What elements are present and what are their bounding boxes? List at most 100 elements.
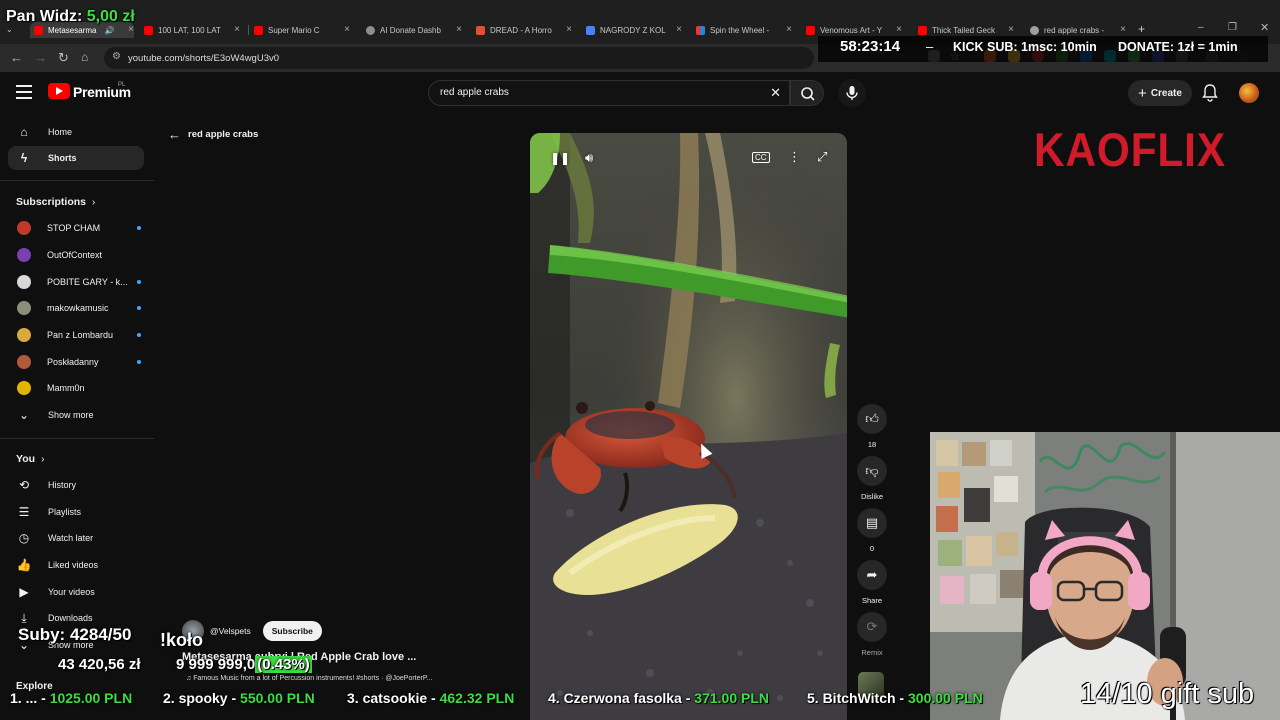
top-donor-1: 1. ... - 1025.00 PLN [10, 690, 133, 706]
close-tab-icon[interactable]: × [896, 24, 902, 35]
tab-label: Metasesarma [48, 25, 97, 35]
back-to-search-link[interactable]: ← red apple crabs [168, 127, 258, 142]
home-icon: ⌂ [20, 125, 28, 139]
music-info[interactable]: ♫ Famous Music from a lot of Percussion … [186, 675, 432, 682]
sidebar-item-history[interactable]: ⟲ History [8, 473, 144, 497]
close-tab-icon[interactable]: × [676, 24, 682, 35]
subscriptions-heading[interactable]: Subscriptions › [16, 196, 95, 208]
show-more-subscriptions[interactable]: ⌄ Show more [8, 403, 144, 427]
search-button[interactable] [790, 80, 824, 106]
remix-button[interactable]: ⟳ Remix [856, 612, 888, 657]
youtube-logo-icon[interactable] [48, 83, 70, 99]
sidebar-item-watch-later[interactable]: ◷ Watch later [8, 526, 144, 550]
overlay-sub-goal: Suby: 4284/50 [18, 625, 132, 644]
comments-button[interactable]: ▤ 0 [856, 508, 888, 553]
channel-avatar [17, 248, 31, 262]
notifications-button[interactable] [1201, 83, 1219, 108]
minimize-icon[interactable]: – [1198, 22, 1204, 33]
tab-spin-wheel[interactable]: Spin the Wheel - × [696, 22, 792, 38]
speaker-icon[interactable]: 🔊 [104, 26, 114, 35]
sidebar-item-subscription[interactable]: STOP CHAM [8, 216, 144, 240]
url-bar[interactable]: ⚙ youtube.com/shorts/E3oW4wgU3v0 [104, 47, 814, 69]
sidebar-item-subscription[interactable]: Pan z Lombardu [8, 323, 144, 347]
screen: ⌄ Metasesarma 🔊 × 100 LAT, 100 LAT × Sup… [0, 0, 1280, 720]
donor-amount: 462.32 PLN [439, 690, 515, 706]
menu-icon[interactable] [16, 85, 32, 99]
home-page-icon[interactable]: ⌂ [81, 50, 88, 64]
short-video-player[interactable]: ❚❚ 🔊︎ CC ⋮ ⤢ [530, 133, 847, 720]
site-info-icon[interactable]: ⚙ [112, 51, 121, 62]
create-button[interactable]: + Create [1128, 80, 1192, 106]
close-tab-icon[interactable]: × [1008, 24, 1014, 35]
like-button[interactable]: 👍︎ 18 [856, 404, 888, 449]
tab-search-icon[interactable]: ⌄ [6, 25, 13, 34]
youtube-favicon-icon [918, 25, 927, 35]
more-options-icon[interactable]: ⋮ [788, 149, 801, 165]
overlay-goal-percent: (0.43%) [255, 656, 312, 673]
share-label: Share [861, 596, 882, 605]
tab-dread[interactable]: DREAD - A Horro × [476, 22, 572, 38]
your-videos-icon: ▶ [19, 585, 29, 599]
sidebar-item-playlists[interactable]: ☰ Playlists [8, 500, 144, 524]
sidebar-item-your-videos[interactable]: ▶ Your videos [8, 580, 144, 604]
tab-label: red apple crabs - [1044, 25, 1105, 35]
clear-search-icon[interactable]: ✕ [770, 85, 781, 101]
sidebar-item-label: Liked videos [48, 560, 99, 570]
back-icon[interactable]: ← [10, 50, 23, 65]
thumbs-up-icon: 👍︎ [857, 404, 887, 434]
sidebar-item-label: Watch later [48, 533, 94, 543]
you-heading-label: You [16, 453, 36, 465]
tab-100-lat[interactable]: 100 LAT, 100 LAT × [144, 22, 240, 38]
overlay-timer: 58:23:14 [840, 38, 901, 55]
tab-nagrody[interactable]: NAGRODY Z KOL × [586, 22, 682, 38]
close-tab-icon[interactable]: × [786, 24, 792, 35]
google-favicon-icon [1030, 25, 1039, 35]
close-window-icon[interactable]: ✕ [1260, 21, 1269, 34]
you-heading[interactable]: You › [16, 453, 44, 465]
new-tab-icon[interactable]: + [1138, 22, 1145, 36]
subscribe-button[interactable]: Subscribe [262, 621, 322, 641]
close-tab-icon[interactable]: × [1120, 24, 1126, 35]
sidebar-item-shorts[interactable]: ϟ Shorts [8, 146, 144, 170]
sidebar-item-subscription[interactable]: Poskładanny [8, 350, 144, 374]
sidebar-item-subscription[interactable]: Mamm0n [8, 376, 144, 400]
sidebar-item-subscription[interactable]: makowkamusic [8, 296, 144, 320]
dislike-label: Dislike [860, 492, 884, 501]
sidebar-item-home[interactable]: ⌂ Home [8, 120, 144, 144]
sidebar-divider [0, 438, 154, 439]
account-avatar[interactable] [1239, 83, 1259, 103]
captions-icon[interactable]: CC [752, 152, 770, 163]
pause-icon[interactable]: ❚❚ [550, 151, 570, 165]
close-tab-icon[interactable]: × [234, 24, 240, 35]
restore-icon[interactable]: ❐ [1228, 22, 1237, 33]
sidebar-item-subscription[interactable]: POBITE GARY - k... [8, 270, 144, 294]
search-input[interactable]: red apple crabs ✕ [428, 80, 790, 106]
reload-icon[interactable]: ↻ [58, 50, 69, 66]
dislike-button[interactable]: 👎︎ Dislike [856, 456, 888, 501]
voice-search-button[interactable] [838, 79, 866, 107]
sidebar-divider [0, 180, 154, 181]
overlay-gift-sub: 14/10 gift sub [1080, 678, 1255, 710]
close-tab-icon[interactable]: × [344, 24, 350, 35]
tab-super-mario[interactable]: Super Mario C × [254, 22, 350, 38]
new-content-dot [137, 226, 141, 230]
fullscreen-icon[interactable]: ⤢ [817, 149, 827, 165]
tab-label: NAGRODY Z KOL [600, 25, 666, 35]
docs-favicon-icon [586, 25, 595, 35]
url-text: youtube.com/shorts/E3oW4wgU3v0 [128, 53, 280, 64]
watch-later-icon: ◷ [18, 531, 30, 545]
sidebar-item-label: History [48, 480, 77, 490]
tab-label: 100 LAT, 100 LAT [158, 25, 221, 35]
share-button[interactable]: ➦ Share [856, 560, 888, 605]
close-tab-icon[interactable]: × [566, 24, 572, 35]
volume-icon[interactable]: 🔊︎ [585, 150, 593, 166]
channel-name[interactable]: @Velspets [210, 626, 251, 636]
tab-label: Super Mario C [268, 25, 320, 35]
close-tab-icon[interactable]: × [456, 24, 462, 35]
youtube-masthead: Premium PL red apple crabs ✕ + Create [0, 72, 1280, 116]
forward-icon[interactable]: → [34, 50, 47, 65]
tab-ai-donate[interactable]: AI Donate Dashb × [366, 22, 462, 38]
subscriptions-heading-label: Subscriptions [16, 196, 87, 208]
sidebar-item-liked-videos[interactable]: 👍 Liked videos [8, 553, 144, 577]
sidebar-item-subscription[interactable]: OutOfContext [8, 243, 144, 267]
